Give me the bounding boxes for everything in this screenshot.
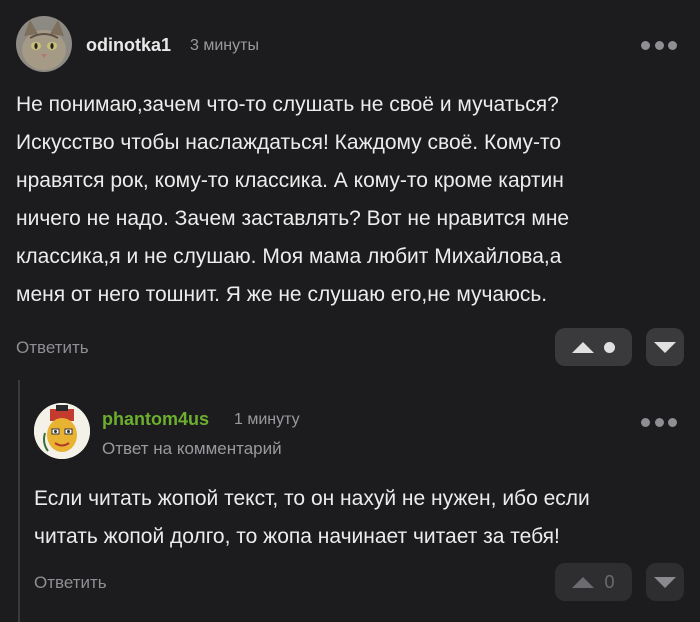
- cartoon-face-avatar-icon: [34, 403, 90, 459]
- reply-to-label[interactable]: Ответ на комментарий: [102, 439, 282, 459]
- downvote-button[interactable]: [646, 563, 684, 601]
- comment-text: Если читать жопой текст, то он нахуй не …: [34, 487, 590, 548]
- upvote-button[interactable]: 0: [555, 563, 632, 601]
- username[interactable]: phantom4us: [102, 409, 209, 430]
- user-avatar[interactable]: [34, 403, 90, 459]
- comment: odinotka1 3 минуты Не понимаю,зачем что-…: [0, 0, 700, 395]
- more-options-icon[interactable]: [641, 415, 677, 429]
- more-options-icon[interactable]: [641, 38, 677, 52]
- reply-button[interactable]: Ответить: [16, 338, 89, 358]
- timestamp: 1 минуту: [234, 411, 300, 428]
- arrow-up-icon: [572, 341, 594, 353]
- reply-comment: phantom4us 1 минуту Ответ на комментарий…: [0, 395, 700, 622]
- timestamp: 3 минуты: [190, 37, 259, 54]
- user-avatar[interactable]: [16, 16, 72, 72]
- rating-score: 0: [604, 571, 615, 592]
- arrow-down-icon: [654, 341, 676, 353]
- username[interactable]: odinotka1: [86, 35, 171, 56]
- comment-text: Не понимаю,зачем что-то слушать не своё …: [16, 93, 570, 306]
- cat-avatar-icon: [16, 16, 72, 72]
- rating-dot-icon: [604, 341, 615, 353]
- downvote-button[interactable]: [646, 328, 684, 366]
- arrow-down-icon: [654, 576, 676, 588]
- upvote-button[interactable]: [555, 328, 632, 366]
- arrow-up-icon: [572, 576, 595, 588]
- reply-button[interactable]: Ответить: [34, 573, 107, 593]
